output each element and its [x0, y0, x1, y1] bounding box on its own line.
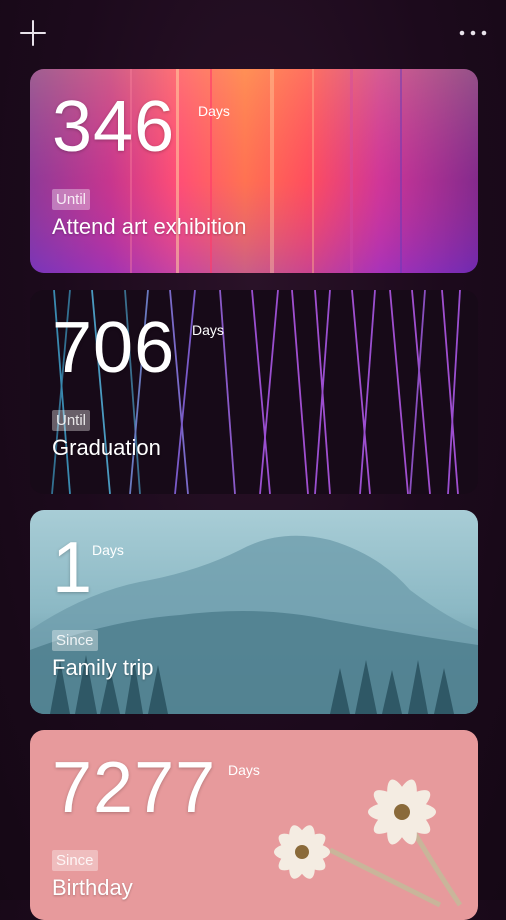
- add-event-button[interactable]: [16, 16, 50, 50]
- event-title: Attend art exhibition: [52, 214, 247, 239]
- more-horizontal-icon: [459, 30, 487, 36]
- days-count: 7277: [52, 748, 217, 828]
- days-unit: Days: [228, 762, 260, 778]
- days-unit: Days: [198, 103, 230, 119]
- event-card[interactable]: 706 Days Until Graduation: [30, 290, 478, 494]
- relation-badge: Until: [52, 189, 91, 210]
- more-options-button[interactable]: [456, 18, 490, 48]
- plus-icon: [20, 20, 46, 46]
- days-count: 346: [52, 87, 176, 167]
- event-card[interactable]: 1 Days Since Family trip: [30, 510, 478, 714]
- top-bar: [0, 0, 506, 64]
- card-background-image: [30, 510, 478, 714]
- days-count: 706: [52, 308, 176, 388]
- event-title: Graduation: [52, 435, 161, 460]
- relation-badge: Since: [52, 630, 98, 651]
- relation-badge: Until: [52, 410, 91, 431]
- days-unit: Days: [192, 322, 224, 338]
- event-card[interactable]: 7277 Days Since Birthday: [30, 730, 478, 920]
- relation-badge: Since: [52, 850, 98, 871]
- event-title: Birthday: [52, 875, 133, 900]
- event-title: Family trip: [52, 655, 154, 680]
- days-unit: Days: [92, 542, 124, 558]
- event-card[interactable]: 346 Days Until Attend art exhibition: [30, 69, 478, 273]
- days-count: 1: [52, 528, 94, 608]
